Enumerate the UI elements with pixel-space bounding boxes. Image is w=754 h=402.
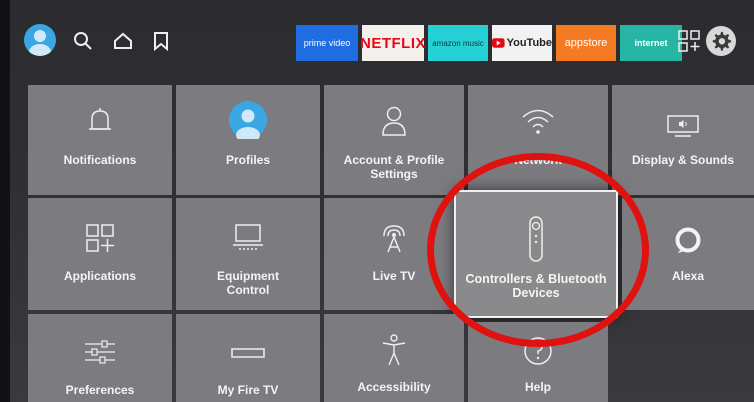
home-icon[interactable] xyxy=(112,30,134,52)
accessibility-icon xyxy=(382,334,406,366)
remote-control-icon xyxy=(529,216,543,262)
settings-gear-icon[interactable] xyxy=(706,26,736,56)
youtube-play-icon xyxy=(492,38,505,48)
app-internet[interactable]: internet xyxy=(620,25,682,61)
user-icon xyxy=(29,30,51,56)
tile-account-label-line1: Account & Profile xyxy=(343,153,445,167)
fire-tv-settings-screen: prime video NETFLIX amazon music YouTube… xyxy=(10,0,754,402)
top-navigation-bar: prime video NETFLIX amazon music YouTube… xyxy=(10,0,754,80)
profile-avatar-icon xyxy=(229,101,267,139)
tile-equipment-label-line1: Equipment xyxy=(217,269,279,283)
person-outline-icon xyxy=(382,106,406,136)
alexa-icon xyxy=(675,227,701,253)
search-icon[interactable] xyxy=(72,30,94,52)
app-internet-label: internet xyxy=(634,38,668,48)
app-prime-video[interactable]: prime video xyxy=(296,25,358,61)
bell-icon xyxy=(89,108,111,130)
app-appstore-label: appstore xyxy=(564,37,608,49)
tile-live-tv[interactable]: Live TV xyxy=(324,198,464,310)
tile-controllers-bluetooth-devices[interactable]: Controllers & Bluetooth Devices xyxy=(454,190,618,318)
app-netflix[interactable]: NETFLIX xyxy=(360,25,426,61)
tv-speaker-icon xyxy=(667,115,699,137)
app-prime-video-label: prime video xyxy=(303,38,351,48)
tile-profiles[interactable]: Profiles xyxy=(176,85,320,195)
tile-equipment-control[interactable]: Equipment Control xyxy=(176,198,320,310)
tile-help[interactable]: Help xyxy=(468,322,608,402)
tile-display-sounds[interactable]: Display & Sounds xyxy=(612,85,754,195)
tile-alexa-label: Alexa xyxy=(671,269,705,283)
tile-account-profile-settings[interactable]: Account & Profile Settings xyxy=(324,85,464,195)
tile-live-tv-label: Live TV xyxy=(372,269,416,283)
tile-help-label: Help xyxy=(524,380,551,394)
tile-accessibility[interactable]: Accessibility xyxy=(324,314,464,402)
tile-accessibility-label: Accessibility xyxy=(357,380,431,394)
apps-grid-icon xyxy=(86,224,114,252)
tile-notifications[interactable]: Notifications xyxy=(28,85,172,195)
tile-network[interactable]: Network xyxy=(468,85,608,195)
sliders-icon xyxy=(85,340,115,364)
help-question-icon xyxy=(524,337,552,365)
tile-applications[interactable]: Applications xyxy=(28,198,172,310)
app-amazon-music[interactable]: amazon music xyxy=(428,25,488,61)
tile-network-label: Network xyxy=(514,153,562,167)
monitor-icon xyxy=(233,224,263,250)
fire-tv-device-icon xyxy=(231,348,265,358)
tile-profiles-label: Profiles xyxy=(225,153,270,167)
antenna-icon xyxy=(383,225,405,253)
tile-account-label-line2: Settings xyxy=(370,167,418,181)
apps-grid-plus-icon[interactable] xyxy=(678,30,700,52)
tile-notifications-label: Notifications xyxy=(63,153,137,167)
tile-my-fire-tv[interactable]: My Fire TV xyxy=(176,314,320,402)
tile-applications-label: Applications xyxy=(63,269,136,283)
tile-alexa[interactable]: Alexa xyxy=(622,198,754,310)
app-youtube-label: YouTube xyxy=(506,37,552,49)
tile-preferences[interactable]: Preferences xyxy=(28,314,172,402)
app-appstore[interactable]: appstore xyxy=(556,25,616,61)
tile-controllers-label-line2: Devices xyxy=(512,286,560,300)
tile-preferences-label: Preferences xyxy=(65,383,135,397)
tile-equipment-label-line2: Control xyxy=(226,283,270,297)
app-youtube[interactable]: YouTube xyxy=(492,25,552,61)
app-amazon-music-label: amazon music xyxy=(432,38,484,48)
bookmark-icon[interactable] xyxy=(150,30,172,52)
wifi-icon xyxy=(522,109,554,134)
profile-avatar[interactable] xyxy=(24,24,56,56)
tile-controllers-label-line1: Controllers & Bluetooth xyxy=(465,272,607,286)
tile-display-sounds-label: Display & Sounds xyxy=(631,153,735,167)
tile-my-fire-tv-label: My Fire TV xyxy=(217,383,279,397)
app-netflix-label: NETFLIX xyxy=(360,34,426,52)
